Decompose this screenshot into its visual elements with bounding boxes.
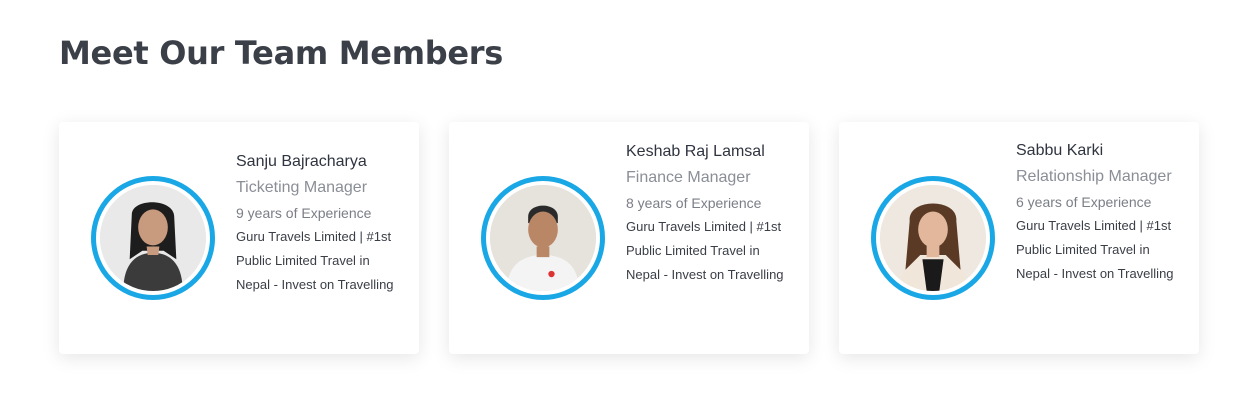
avatar-ring bbox=[481, 176, 605, 300]
member-name: Keshab Raj Lamsal bbox=[626, 143, 765, 160]
page-title: Meet Our Team Members bbox=[59, 34, 503, 72]
team-member-card: Keshab Raj Lamsal Finance Manager 8 year… bbox=[449, 122, 809, 354]
member-experience: 9 years of Experience bbox=[236, 205, 372, 221]
member-experience: 8 years of Experience bbox=[626, 195, 762, 211]
member-role: Finance Manager bbox=[626, 169, 751, 186]
team-member-card: Sanju Bajracharya Ticketing Manager 9 ye… bbox=[59, 122, 419, 354]
member-description: Guru Travels Limited | #1st Public Limit… bbox=[1016, 218, 1174, 281]
member-photo bbox=[100, 185, 206, 291]
member-description: Guru Travels Limited | #1st Public Limit… bbox=[236, 229, 394, 292]
member-photo bbox=[490, 185, 596, 291]
avatar bbox=[490, 185, 596, 291]
member-photo bbox=[880, 185, 986, 291]
member-name: Sabbu Karki bbox=[1016, 142, 1104, 159]
member-role: Ticketing Manager bbox=[236, 179, 368, 196]
member-name: Sanju Bajracharya bbox=[236, 153, 367, 170]
member-description: Guru Travels Limited | #1st Public Limit… bbox=[626, 219, 784, 282]
member-experience: 6 years of Experience bbox=[1016, 194, 1152, 210]
avatar-ring bbox=[91, 176, 215, 300]
team-member-card: Sabbu Karki Relationship Manager 6 years… bbox=[839, 122, 1199, 354]
avatar bbox=[880, 185, 986, 291]
avatar bbox=[100, 185, 206, 291]
member-role: Relationship Manager bbox=[1016, 168, 1172, 185]
avatar-ring bbox=[871, 176, 995, 300]
